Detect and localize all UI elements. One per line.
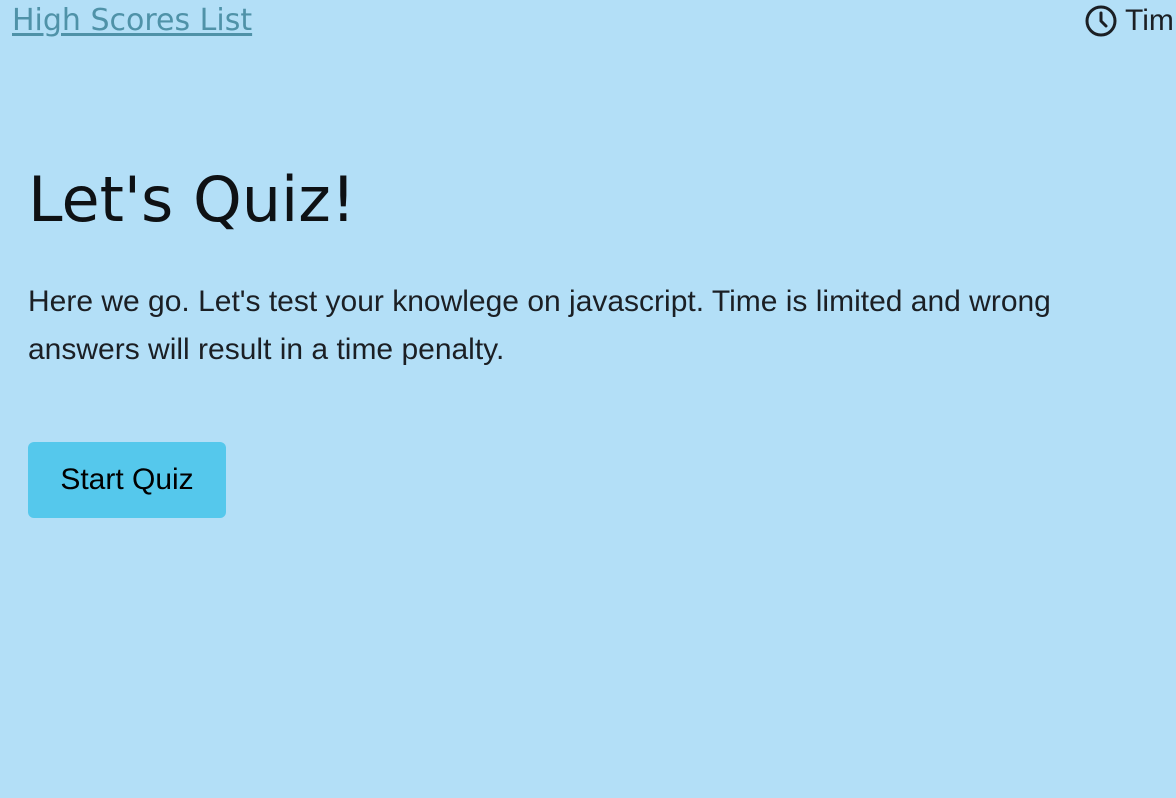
- start-quiz-button[interactable]: Start Quiz: [28, 442, 226, 518]
- high-scores-link[interactable]: High Scores List: [12, 3, 252, 38]
- clock-icon: [1084, 4, 1118, 38]
- timer: Tim: [1084, 4, 1174, 38]
- top-bar: High Scores List Tim: [0, 0, 1176, 46]
- page-title: Let's Quiz!: [28, 163, 356, 236]
- intro-text: Here we go. Let's test your knowlege on …: [28, 285, 1051, 366]
- timer-label: Tim: [1125, 4, 1174, 37]
- quiz-intro: Let's Quiz! Here we go. Let's test your …: [28, 160, 1148, 374]
